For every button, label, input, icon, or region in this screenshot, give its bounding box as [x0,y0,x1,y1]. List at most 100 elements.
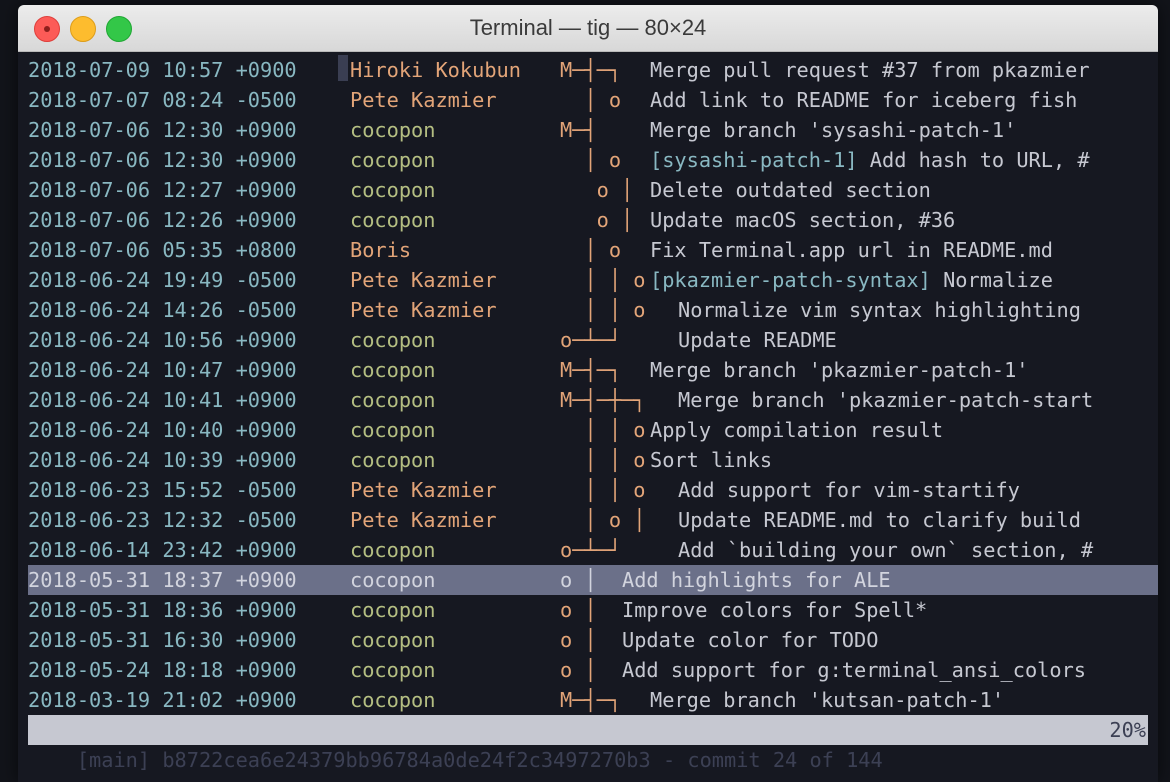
commit-message: [sysashi-patch-1] Add hash to URL, # [650,145,1090,175]
commit-graph: o │ [560,178,634,202]
commit-author: cocopon [350,328,436,352]
commit-date: 2018-07-06 12:26 +0900 [28,208,297,232]
commit-row[interactable]: 2018-06-24 10:47 +0900 cocopon M─┤─┐ Merge … [28,355,1158,385]
commit-message-text: Update color for TODO [622,628,879,652]
commit-message-text: Merge branch 'kutsan-patch-1' [650,688,1005,712]
cursor-marker [338,55,348,81]
commit-author: Pete Kazmier [350,88,497,112]
commit-date: 2018-03-19 21:02 +0900 [28,688,297,712]
commit-author: cocopon [350,688,436,712]
commit-row[interactable]: 2018-07-06 12:27 +0900 cocopon o │ Delete … [28,175,1158,205]
commit-graph: o │ [560,208,634,232]
commit-graph: o │ [560,598,597,622]
commit-graph: │ │ o [560,298,646,322]
commit-message: Merge branch 'kutsan-patch-1' [650,685,1004,715]
commit-author: cocopon [350,418,436,442]
commit-date: 2018-06-14 23:42 +0900 [28,538,297,562]
branch-ref: [sysashi-patch-1] [650,148,858,172]
commit-row[interactable]: 2018-05-31 18:37 +0900 cocopon o │ Add high… [28,565,1158,595]
commit-row[interactable]: 2018-06-14 23:42 +0900 cocopon o─┴─┘ Add `b… [28,535,1158,565]
commit-date: 2018-06-24 10:40 +0900 [28,418,297,442]
commit-graph: │ o [560,238,622,262]
commit-author: Hiroki Kokubun [350,58,521,82]
commit-row[interactable]: 2018-06-24 10:39 +0900 cocopon │ │ o Sort … [28,445,1158,475]
commit-author: cocopon [350,208,436,232]
commit-message: Delete outdated section [650,175,931,205]
commit-row[interactable]: 2018-06-24 19:49 -0500 Pete Kazmier │ │ o… [28,265,1158,295]
commit-message: Merge branch 'sysashi-patch-1' [650,115,1016,145]
commit-message-text: Merge branch 'pkazmier-patch-start [678,388,1094,412]
commit-author: cocopon [350,538,436,562]
commit-graph: │ │ o [560,268,646,292]
commit-graph: │ o [560,88,622,112]
commit-message: Add support for g:terminal_ansi_colors [622,655,1086,685]
commit-author: cocopon [350,628,436,652]
commit-message: [pkazmier-patch-syntax] Normalize [650,265,1053,295]
commit-message: Add support for vim-startify [678,475,1020,505]
commit-row[interactable]: 2018-06-23 12:32 -0500 Pete Kazmier │ o │… [28,505,1158,535]
commit-message: Merge branch 'pkazmier-patch-1' [650,355,1029,385]
commit-row[interactable]: 2018-07-09 10:57 +0900 Hiroki Kokubun M─┤─… [28,55,1158,85]
commit-row[interactable]: 2018-05-31 16:30 +0900 cocopon o │ Update c… [28,625,1158,655]
commit-graph: │ │ o [560,448,646,472]
commit-message: Update macOS section, #36 [650,205,955,235]
commit-graph: o │ [560,568,597,592]
title-bar[interactable]: Terminal — tig — 80×24 [18,5,1158,52]
commit-message: Add link to README for iceberg fish [650,85,1077,115]
branch-ref: [pkazmier-patch-syntax] [650,268,931,292]
commit-author: Pete Kazmier [350,268,497,292]
commit-date: 2018-07-09 10:57 +0900 [28,58,297,82]
commit-date: 2018-06-24 10:56 +0900 [28,328,297,352]
commit-message: Add highlights for ALE [622,565,891,595]
commit-message-text: Add support for vim-startify [678,478,1020,502]
commit-message: Update color for TODO [622,625,878,655]
commit-graph: o │ [560,628,597,652]
commit-message-text: Delete outdated section [650,178,931,202]
commit-row[interactable]: 2018-07-07 08:24 -0500 Pete Kazmier │ o Ad… [28,85,1158,115]
commit-date: 2018-07-06 12:27 +0900 [28,178,297,202]
commit-author: Pete Kazmier [350,508,497,532]
commit-author: Pete Kazmier [350,298,497,322]
commit-message-text: Add support for g:terminal_ansi_colors [622,658,1086,682]
commit-graph: │ │ o [560,478,646,502]
commit-message-text: Merge branch 'sysashi-patch-1' [650,118,1017,142]
commit-row[interactable]: 2018-05-24 18:18 +0900 cocopon o │ Add supp… [28,655,1158,685]
commit-row[interactable]: 2018-06-24 10:41 +0900 cocopon M─┤─┼─┐ Merg… [28,385,1158,415]
commit-row[interactable]: 2018-06-24 10:56 +0900 cocopon o─┴─┘ Update… [28,325,1158,355]
commit-row[interactable]: 2018-03-19 21:02 +0900 cocopon M─┤─┐ Merge … [28,685,1158,715]
commit-row[interactable]: 2018-07-06 05:35 +0800 Boris │ o Fix Termi… [28,235,1158,265]
commit-graph: │ o [560,148,622,172]
commit-graph: │ o │ [560,508,646,532]
status-bar: [main] b8722cea6e24379bb96784a0de24f2c34… [28,715,1148,772]
commit-graph: M─┤ [560,118,597,142]
commit-row[interactable]: 2018-06-24 14:26 -0500 Pete Kazmier │ │ o… [28,295,1158,325]
commit-row[interactable]: 2018-07-06 12:30 +0900 cocopon M─┤ Merge br… [28,115,1158,145]
commit-row[interactable]: 2018-05-31 18:36 +0900 cocopon o │ Improve … [28,595,1158,625]
commit-date: 2018-05-31 18:37 +0900 [28,568,297,592]
commit-author: cocopon [350,658,436,682]
commit-message: Merge branch 'pkazmier-patch-start [678,385,1093,415]
status-percent: 20% [1109,718,1146,742]
commit-graph: M─┤─┐ [560,58,622,82]
commit-message-text: Add `building your own` section, # [678,538,1094,562]
status-text: [main] b8722cea6e24379bb96784a0de24f2c34… [76,748,883,772]
commit-message-text: Improve colors for Spell* [622,598,928,622]
commit-row[interactable]: 2018-06-23 15:52 -0500 Pete Kazmier │ │ o… [28,475,1158,505]
commit-message-text: Merge branch 'pkazmier-patch-1' [650,358,1029,382]
commit-author: cocopon [350,118,436,142]
commit-row[interactable]: 2018-07-06 12:30 +0900 cocopon │ o [sysash… [28,145,1158,175]
commit-graph: o─┴─┘ [560,328,622,352]
commit-row[interactable]: 2018-06-24 10:40 +0900 cocopon │ │ o Apply… [28,415,1158,445]
commit-author: cocopon [350,178,436,202]
commit-author: cocopon [350,388,436,412]
tig-commit-list[interactable]: 2018-07-09 10:57 +0900 Hiroki Kokubun M─┤─… [28,55,1158,715]
commit-author: cocopon [350,358,436,382]
terminal-window: Terminal — tig — 80×24 2018-07-09 10:57 … [18,5,1158,782]
commit-date: 2018-06-24 10:41 +0900 [28,388,297,412]
commit-date: 2018-06-24 14:26 -0500 [28,298,297,322]
commit-message: Improve colors for Spell* [622,595,927,625]
commit-row[interactable]: 2018-07-06 12:26 +0900 cocopon o │ Update … [28,205,1158,235]
commit-date: 2018-06-23 15:52 -0500 [28,478,297,502]
commit-message-text: Merge pull request #37 from pkazmier [650,58,1090,82]
commit-date: 2018-07-06 12:30 +0900 [28,118,297,142]
